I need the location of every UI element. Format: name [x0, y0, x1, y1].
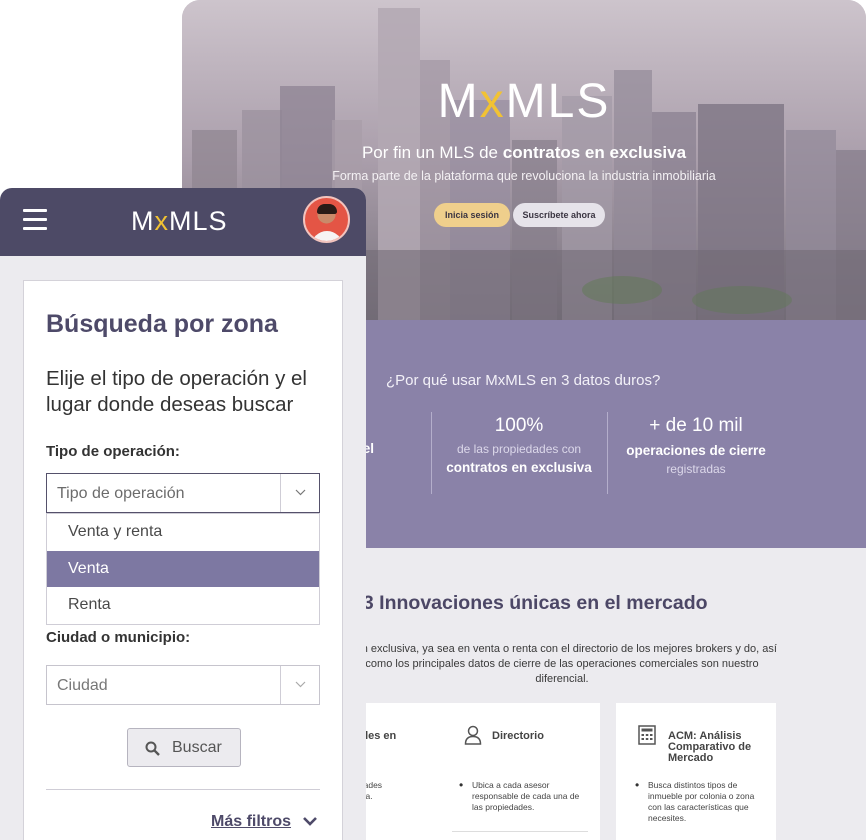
- operation-select[interactable]: Tipo de operación: [46, 473, 320, 513]
- feature-card: ACM: Análisis Comparativo de Mercado Bus…: [616, 703, 776, 840]
- feature-card: Directorio Ubica a cada asesor responsab…: [440, 703, 600, 840]
- card-title: Directorio: [492, 730, 544, 742]
- stat-item: 100% de las propiedades con contratos en…: [446, 415, 592, 475]
- search-button-label: Buscar: [172, 739, 222, 756]
- operation-label: Tipo de operación:: [46, 443, 180, 460]
- login-button[interactable]: Inicia sesión: [434, 203, 510, 227]
- search-button[interactable]: Buscar: [127, 728, 241, 767]
- card-list: Ubica a cada asesor responsable de cada …: [459, 780, 588, 813]
- search-icon: [145, 741, 160, 756]
- more-filters-link[interactable]: Más filtros: [211, 813, 291, 831]
- hamburger-icon[interactable]: [23, 209, 47, 231]
- chevron-down-icon: [295, 489, 306, 496]
- hero-title: Por fin un MLS de contratos en exclusiva: [361, 143, 687, 162]
- mobile-logo[interactable]: MxMLS: [131, 206, 228, 237]
- search-card: Búsqueda por zona Elije el tipo de opera…: [23, 280, 343, 840]
- option-venta[interactable]: Venta: [47, 550, 319, 587]
- option-venta-y-renta[interactable]: Venta y renta: [47, 514, 319, 551]
- operation-select-toggle[interactable]: [280, 474, 319, 512]
- avatar[interactable]: [303, 196, 350, 243]
- card-divider: [452, 831, 588, 832]
- operation-select-value: Tipo de operación: [57, 485, 185, 502]
- mobile-topbar: MxMLS: [0, 188, 366, 256]
- page-subtitle: Elije el tipo de operación y el lugar do…: [46, 367, 307, 416]
- chevron-down-icon: [295, 681, 306, 688]
- page-title: Búsqueda por zona: [46, 310, 278, 338]
- option-renta[interactable]: Renta: [47, 587, 319, 624]
- stats-question: ¿Por qué usar MxMLS en 3 datos duros?: [386, 372, 661, 389]
- chevron-down-icon[interactable]: [302, 816, 318, 826]
- person-icon: [464, 725, 482, 745]
- mobile-panel: MxMLS Búsqueda por zona Elije el tipo de…: [0, 188, 366, 840]
- innovations-title: S: 3 Innovaciones únicas en el mercado: [338, 592, 708, 614]
- card-list-item: Busca distintos tipos de inmueble por co…: [635, 780, 766, 824]
- stat-item: + de 10 mil operaciones de cierre regist…: [626, 415, 766, 476]
- subscribe-button[interactable]: Suscríbete ahora: [513, 203, 605, 227]
- hero-subtitle: Forma parte de la plataforma que revoluc…: [332, 169, 716, 183]
- city-select-toggle[interactable]: [280, 666, 319, 704]
- city-select[interactable]: Ciudad: [46, 665, 320, 705]
- innovations-description: s en exclusiva, ya sea en venta o renta …: [347, 643, 777, 685]
- operation-dropdown: Venta y renta Venta Renta: [46, 513, 320, 625]
- card-title: ACM: Análisis Comparativo de Mercado: [668, 730, 752, 764]
- divider: [46, 789, 320, 790]
- calculator-icon: [638, 725, 656, 745]
- city-label: Ciudad o municipio:: [46, 629, 191, 646]
- card-list: Busca distintos tipos de inmueble por co…: [635, 780, 766, 824]
- hero-logo: MxMLS: [437, 75, 611, 128]
- stat-divider: [431, 412, 432, 494]
- city-select-value: Ciudad: [57, 677, 108, 694]
- card-list-item: Ubica a cada asesor responsable de cada …: [459, 780, 588, 813]
